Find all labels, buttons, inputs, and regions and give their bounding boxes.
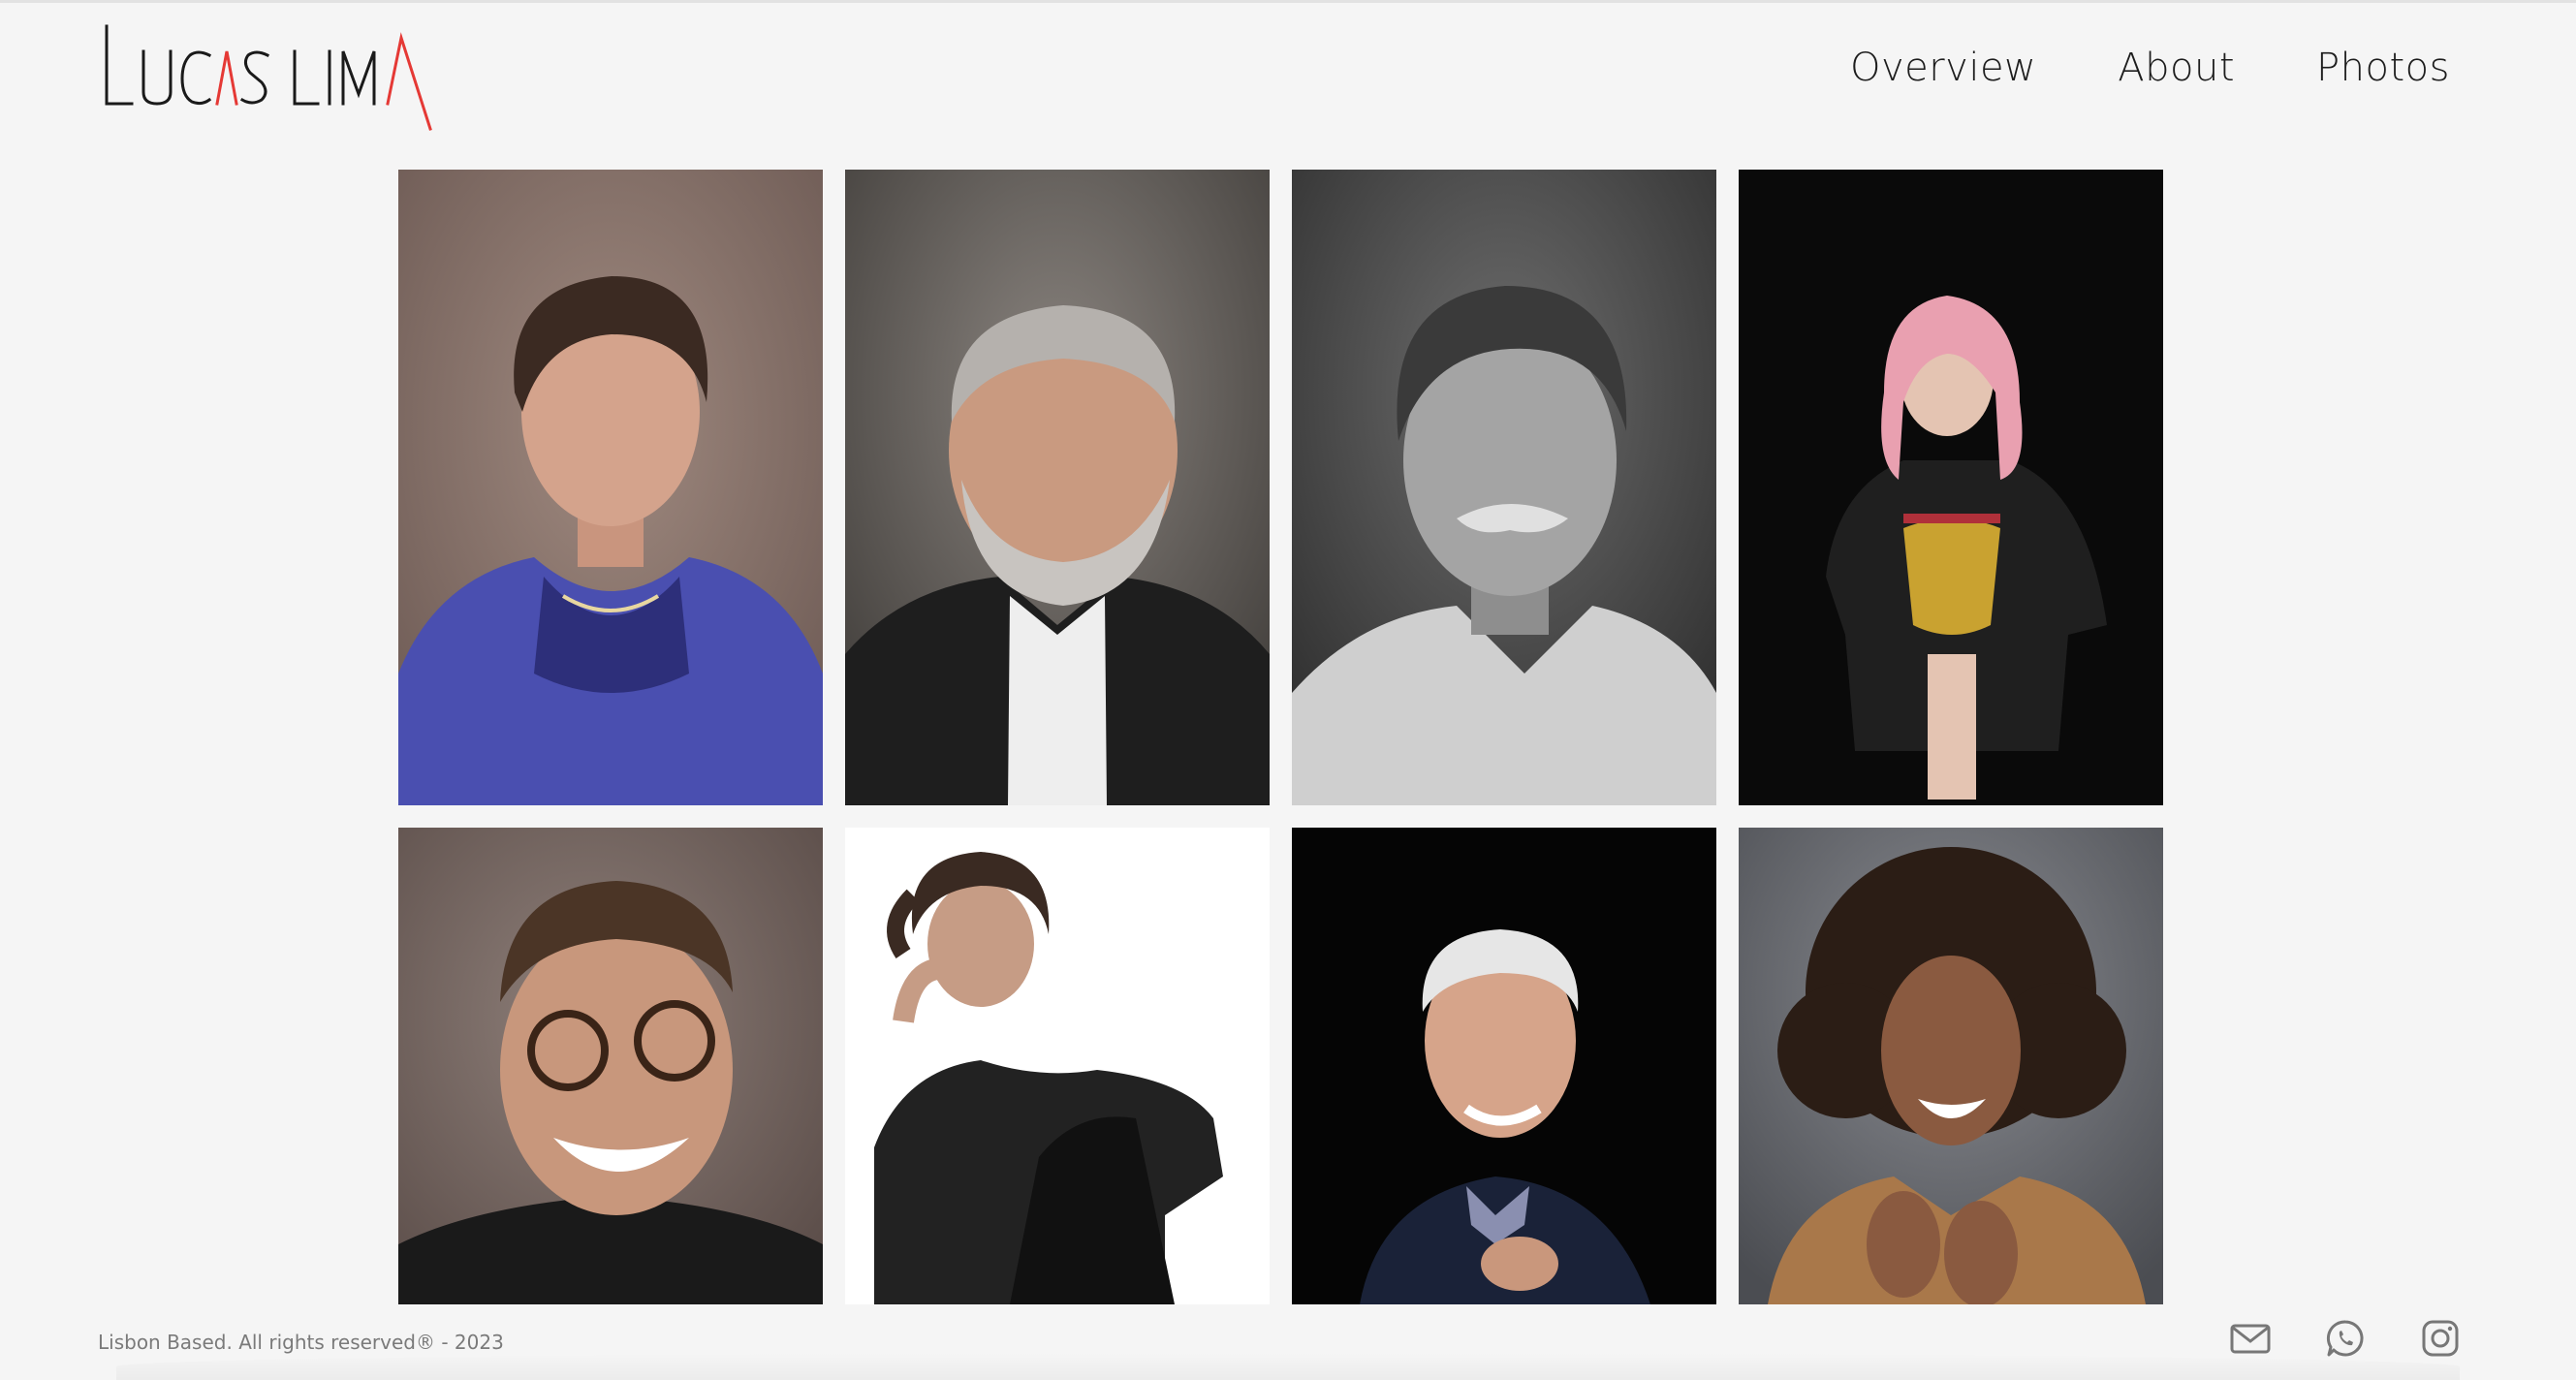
whatsapp-link[interactable]: [2324, 1317, 2367, 1360]
portrait-white-hair-man: [1292, 828, 1716, 1304]
portrait-bearded-man: [845, 170, 1270, 805]
portrait-pink-hair-woman: [1739, 170, 2163, 805]
mail-link[interactable]: [2229, 1317, 2272, 1360]
main-nav: Overview About Photos: [1850, 46, 2450, 90]
portrait-curly-woman-laughing: [1739, 828, 2163, 1304]
nav-overview[interactable]: Overview: [1850, 46, 2036, 90]
page: Overview About Photos Lisbon Based. All …: [0, 0, 2576, 1380]
instagram-link[interactable]: [2419, 1317, 2462, 1360]
portrait-woman-blue-jacket: [398, 170, 823, 805]
portrait-curly-woman-chair: [845, 828, 1270, 1304]
footer-copyright: Lisbon Based. All rights reserved® - 202…: [98, 1331, 504, 1354]
portrait-elderly-man-bw: [1292, 170, 1716, 805]
social-links: [2229, 1317, 2462, 1360]
photo-elderly-man-bw[interactable]: [1292, 170, 1716, 805]
footer-shadow: [116, 1353, 2460, 1380]
site-logo[interactable]: [101, 22, 450, 135]
nav-about[interactable]: About: [2118, 46, 2235, 90]
photo-man-glasses[interactable]: [398, 828, 823, 1304]
photo-white-hair-man[interactable]: [1292, 828, 1716, 1304]
nav-photos[interactable]: Photos: [2316, 46, 2450, 90]
photo-pink-hair-woman[interactable]: [1739, 170, 2163, 805]
portrait-man-glasses: [398, 828, 823, 1304]
photo-curly-woman-chair[interactable]: [845, 828, 1270, 1304]
logo-wordmark-icon: [105, 24, 432, 131]
photo-curly-woman-laughing[interactable]: [1739, 828, 2163, 1304]
instagram-icon: [2422, 1320, 2459, 1357]
photo-gallery: [398, 170, 2163, 1304]
whatsapp-icon: [2326, 1320, 2364, 1357]
mail-icon: [2230, 1324, 2271, 1354]
photo-bearded-man[interactable]: [845, 170, 1270, 805]
photo-woman-blue-jacket[interactable]: [398, 170, 823, 805]
